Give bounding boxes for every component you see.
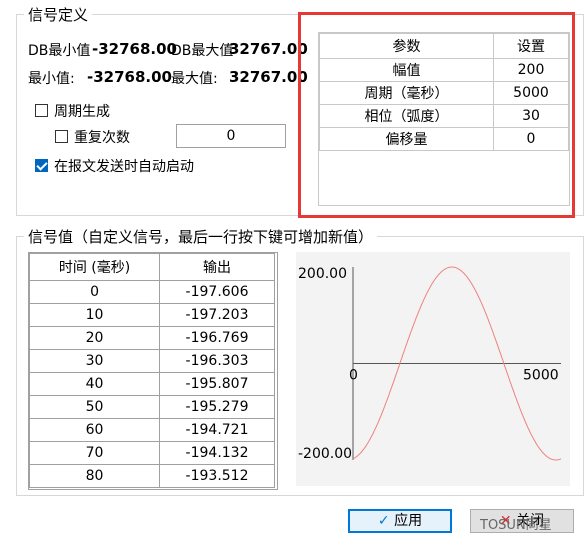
max-value: 32767.00 <box>229 68 308 86</box>
periodic-label: 周期生成 <box>54 104 110 120</box>
output-cell[interactable]: -195.807 <box>159 372 275 396</box>
max-label: 最大值: <box>171 71 218 87</box>
time-cell[interactable]: 60 <box>29 418 161 442</box>
watermark: TOSUN同星 <box>480 518 552 533</box>
apply-button-label: 应用 <box>394 513 423 529</box>
time-cell[interactable]: 0 <box>29 280 161 304</box>
db-min-value: -32768.00 <box>92 40 177 58</box>
y-min-label: -200.00 <box>298 446 352 462</box>
output-cell[interactable]: -194.132 <box>159 441 275 465</box>
apply-button[interactable]: ✓ 应用 <box>348 509 452 533</box>
output-cell[interactable]: -195.279 <box>159 395 275 419</box>
time-cell[interactable]: 20 <box>29 326 161 350</box>
values-header-output: 输出 <box>159 253 275 281</box>
x-end-label: 5000 <box>523 368 559 384</box>
output-cell[interactable]: -197.606 <box>159 280 275 304</box>
signal-values-title: 信号值（自定义信号，最后一行按下键可增加新值） <box>24 226 378 247</box>
table-row[interactable]: 10 -197.203 <box>29 303 275 327</box>
signal-chart-svg: 200.00 -200.00 0 5000 <box>298 266 562 462</box>
autostart-checkbox[interactable] <box>35 159 48 172</box>
time-cell[interactable]: 70 <box>29 441 161 465</box>
signal-values-table[interactable]: 时间 (毫秒) 输出 0 -197.606 10 -197.203 20 -196.7… <box>28 252 278 490</box>
time-cell[interactable]: 30 <box>29 349 161 373</box>
table-row[interactable]: 50 -195.279 <box>29 395 275 419</box>
signal-chart: 200.00 -200.00 0 5000 <box>296 252 570 486</box>
table-row[interactable]: 20 -196.769 <box>29 326 275 350</box>
table-row[interactable]: 60 -194.721 <box>29 418 275 442</box>
min-label: 最小值: <box>28 71 75 87</box>
highlight-box <box>298 12 575 218</box>
table-row[interactable]: 80 -193.512 <box>29 464 275 488</box>
table-row[interactable]: 40 -195.807 <box>29 372 275 396</box>
x-start-label: 0 <box>349 368 358 384</box>
output-cell[interactable]: -196.769 <box>159 326 275 350</box>
check-icon: ✓ <box>377 513 390 529</box>
output-cell[interactable]: -194.721 <box>159 418 275 442</box>
min-value: -32768.00 <box>87 68 172 86</box>
y-max-label: 200.00 <box>298 266 347 282</box>
db-min-label: DB最小值 <box>28 43 91 59</box>
time-cell[interactable]: 40 <box>29 372 161 396</box>
table-row[interactable]: 70 -194.132 <box>29 441 275 465</box>
output-cell[interactable]: -193.512 <box>159 464 275 488</box>
signal-definition-title: 信号定义 <box>24 4 93 25</box>
repeat-label: 重复次数 <box>74 130 130 146</box>
db-max-value: 32767.00 <box>229 40 308 58</box>
output-cell[interactable]: -197.203 <box>159 303 275 327</box>
values-header-time: 时间 (毫秒) <box>29 253 161 281</box>
db-max-label: DB最大值 <box>171 43 234 59</box>
output-cell[interactable]: -196.303 <box>159 349 275 373</box>
table-row[interactable]: 0 -197.606 <box>29 280 275 304</box>
autostart-label: 在报文发送时自动启动 <box>54 159 194 175</box>
repeat-count-input[interactable]: 0 <box>176 124 286 148</box>
time-cell[interactable]: 10 <box>29 303 161 327</box>
time-cell[interactable]: 80 <box>29 464 161 488</box>
repeat-checkbox[interactable] <box>55 130 68 143</box>
time-cell[interactable]: 50 <box>29 395 161 419</box>
periodic-checkbox[interactable] <box>35 104 48 117</box>
table-row[interactable]: 30 -196.303 <box>29 349 275 373</box>
